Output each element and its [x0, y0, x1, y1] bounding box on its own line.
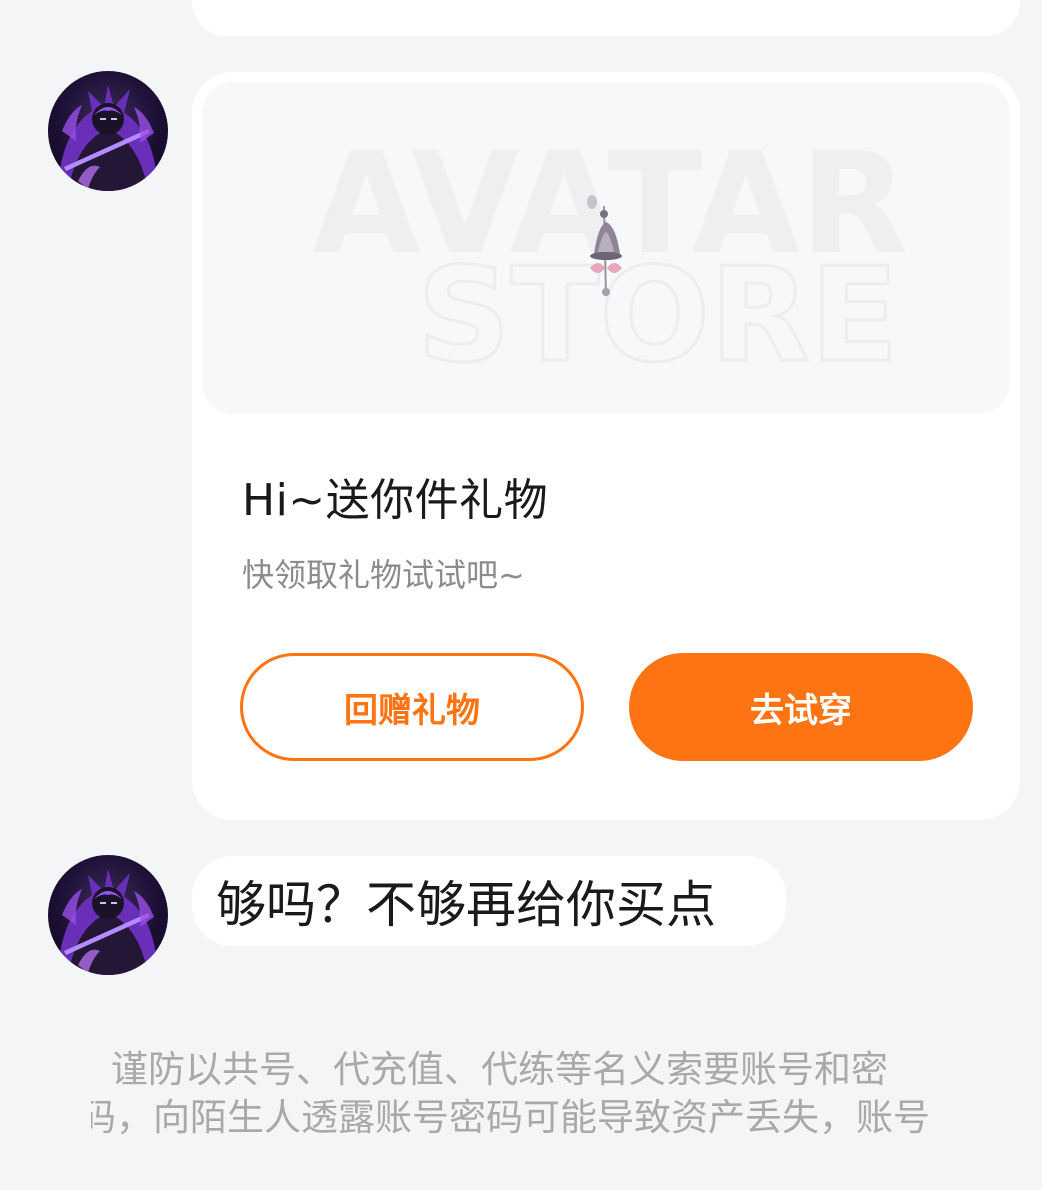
previous-message-bubble: [192, 0, 1020, 36]
return-gift-button[interactable]: 回赠礼物: [240, 653, 584, 761]
sender-avatar-2[interactable]: [48, 855, 168, 975]
avatar-image: [58, 869, 158, 975]
safety-notice: 谨防以共号、代充值、代练等名义索要账号和密 码，向陌生人透露账号密码可能导致资产…: [91, 1046, 989, 1146]
gift-card-title: Hi~送你件礼物: [242, 475, 549, 526]
avatar-image: [58, 85, 158, 191]
watermark-store: STORE: [417, 239, 899, 391]
gift-card-subtitle: 快领取礼物试试吧~: [242, 556, 525, 594]
gift-card[interactable]: AVATAR STORE Hi~送你件礼物 快领取礼物试试吧~ 回赠礼物 去试穿: [192, 72, 1020, 820]
sender-avatar[interactable]: [48, 71, 168, 191]
try-on-button[interactable]: 去试穿: [629, 653, 973, 761]
safety-notice-line-1: 谨防以共号、代充值、代练等名义索要账号和密: [111, 1048, 888, 1091]
safety-notice-line-2: 码，向陌生人透露账号密码可能导致资产丢失，账号: [91, 1096, 930, 1139]
gift-preview-image: AVATAR STORE: [202, 82, 1010, 414]
message-text: 够吗？不够再给你买点: [216, 876, 716, 934]
message-bubble[interactable]: 够吗？不够再给你买点: [192, 856, 786, 946]
